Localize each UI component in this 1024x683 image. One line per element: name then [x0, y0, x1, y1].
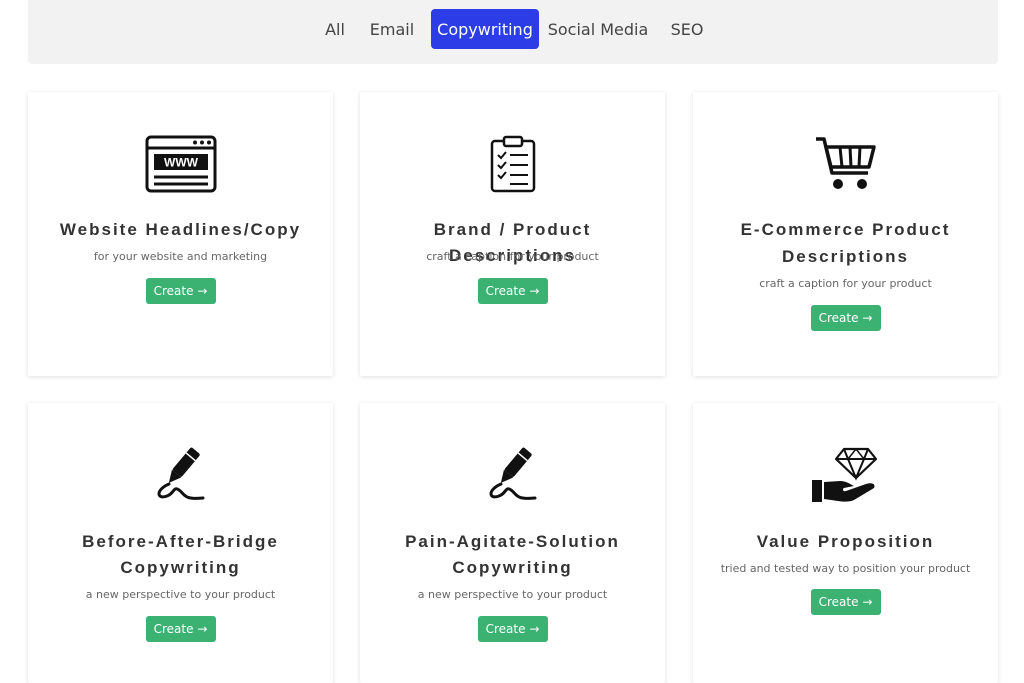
tab-social-media[interactable]: Social Media [546, 9, 650, 49]
tab-seo[interactable]: SEO [662, 9, 712, 49]
template-card-pain-agitate-solution[interactable]: Pain-Agitate-Solution Copywriting a new … [360, 403, 665, 683]
template-card-brand-product-descriptions[interactable]: Brand / Product Descriptions craft a cap… [360, 92, 665, 376]
create-button[interactable]: Create → [145, 616, 216, 642]
card-title: Copywriting [452, 558, 573, 577]
www-browser-icon: WWW [28, 134, 333, 194]
create-button[interactable]: Create → [810, 589, 881, 615]
template-card-ecommerce-descriptions[interactable]: E-Commerce Product Descriptions craft a … [693, 92, 998, 376]
create-button[interactable]: Create → [810, 305, 881, 331]
card-title: Website Headlines/Copy [59, 220, 302, 239]
card-title: Descriptions [782, 247, 909, 266]
clipboard-checklist-icon [360, 134, 665, 194]
tab-all[interactable]: All [312, 9, 358, 49]
card-title: E-Commerce Product [740, 220, 951, 239]
template-card-value-proposition[interactable]: Value Proposition tried and tested way t… [693, 403, 998, 683]
category-filter-bar: All Email Copywriting Social Media SEO [28, 0, 998, 64]
pen-signature-icon [360, 445, 665, 505]
tab-copywriting[interactable]: Copywriting [431, 9, 539, 49]
hand-diamond-icon [693, 445, 998, 505]
card-subtitle: a new perspective to your product [85, 588, 276, 601]
tab-email[interactable]: Email [362, 9, 422, 49]
card-subtitle: for your website and marketing [93, 250, 268, 263]
card-title: Pain-Agitate-Solution [405, 532, 620, 551]
card-subtitle: craft a caption for your product [759, 277, 932, 290]
card-title: Copywriting [120, 558, 241, 577]
card-subtitle: tried and tested way to position your pr… [720, 562, 971, 575]
create-button[interactable]: Create → [477, 278, 548, 304]
pen-signature-icon [28, 445, 333, 505]
shopping-cart-icon [693, 134, 998, 194]
create-button[interactable]: Create → [145, 278, 216, 304]
svg-text:WWW: WWW [164, 156, 199, 170]
template-card-before-after-bridge[interactable]: Before-After-Bridge Copywriting a new pe… [28, 403, 333, 683]
create-button[interactable]: Create → [477, 616, 548, 642]
card-title: Before-After-Bridge [82, 532, 279, 551]
template-card-website-headlines[interactable]: WWW Website Headlines/Copy for your webs… [28, 92, 333, 376]
card-subtitle: a new perspective to your product [417, 588, 608, 601]
card-subtitle: craft a caption for your product [426, 250, 599, 263]
card-title: Value Proposition [756, 532, 935, 551]
